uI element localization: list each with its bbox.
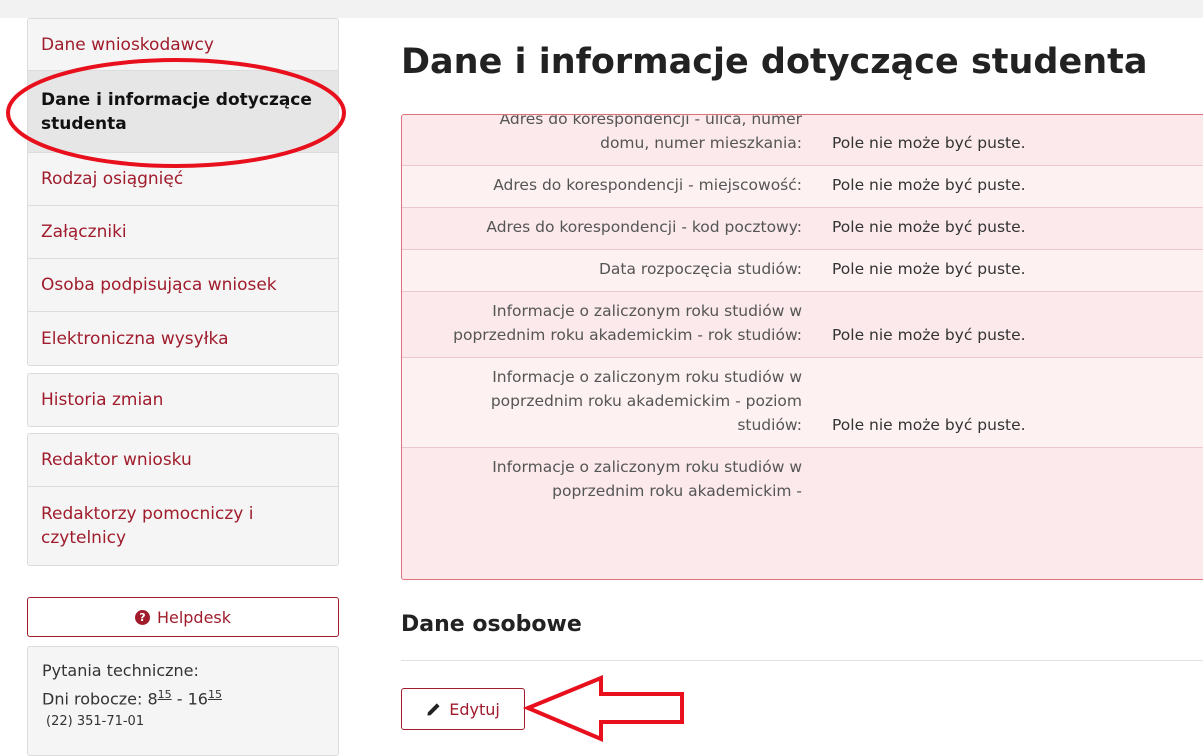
validation-error-message: Pole nie może być puste.	[832, 416, 1026, 434]
page-title: Dane i informacje dotyczące studenta	[401, 42, 1148, 82]
validation-error-field: Adres do korespondencji - ulica, numer d…	[499, 114, 802, 152]
edit-button[interactable]: Edytuj	[401, 688, 525, 730]
validation-error-field: Adres do korespondencji - miejscowość:	[493, 176, 802, 194]
validation-error-row: Informacje o zaliczonym roku studiów w p…	[402, 291, 1203, 357]
sidebar-item-label: Redaktor wniosku	[41, 450, 192, 470]
edit-button-label: Edytuj	[449, 699, 500, 719]
validation-error-row: Data rozpoczęcia studiów: Pole nie może b…	[402, 249, 1203, 291]
phone-number: (22) 351-71-01	[46, 714, 145, 730]
validation-error-row: Adres do korespondencji - kod pocztowy: P…	[402, 207, 1203, 249]
validation-error-field: Adres do korespondencji - kod pocztowy:	[486, 218, 802, 236]
sidebar-item-elektroniczna-wysylka[interactable]: Elektroniczna wysyłka	[28, 312, 338, 365]
validation-error-row: Adres do korespondencji - ulica, numer d…	[402, 114, 1203, 165]
sidebar-item-dane-wnioskodawcy[interactable]: Dane wnioskodawcy	[28, 19, 338, 71]
validation-error-message: Pole nie może być puste.	[832, 218, 1026, 236]
sidebar-item-label: Rodzaj osiągnięć	[41, 169, 184, 189]
top-band	[0, 0, 1203, 18]
validation-error-field: Informacje o zaliczonym roku studiów w p…	[453, 302, 802, 344]
helpdesk-label: Helpdesk	[156, 607, 232, 627]
sidebar-nav-main: Dane wnioskodawcy Dane i informacje doty…	[27, 18, 339, 366]
validation-error-field: Informacje o zaliczonym roku studiów w p…	[492, 458, 802, 500]
sidebar-item-label: Redaktorzy pomocniczy i czytelnicy	[41, 504, 254, 548]
validation-error-message: Pole nie może być puste.	[832, 176, 1026, 194]
sidebar-item-label: Dane i informacje dotyczące studenta	[41, 89, 312, 134]
validation-errors-panel[interactable]: Adres do korespondencji - ulica, numer d…	[401, 114, 1203, 580]
sidebar-nav-history: Historia zmian	[27, 373, 339, 427]
validation-error-field: Data rozpoczęcia studiów:	[598, 260, 802, 278]
tech-support-box: Pytania techniczne: Dni robocze: 815 - 1…	[27, 646, 339, 756]
validation-error-row: Informacje o zaliczonym roku studiów w p…	[402, 357, 1203, 447]
validation-error-message: Pole nie może być puste.	[832, 134, 1026, 152]
sidebar-item-label: Historia zmian	[41, 390, 164, 410]
validation-error-row: Informacje o zaliczonym roku studiów w p…	[402, 447, 1203, 513]
sidebar-item-dane-studenta[interactable]: Dane i informacje dotyczące studenta	[28, 71, 338, 153]
validation-error-row: Adres do korespondencji - miejscowość: Po…	[402, 165, 1203, 207]
sidebar-nav-editors: Redaktor wniosku Redaktorzy pomocniczy i…	[27, 433, 339, 566]
sidebar-item-label: Załączniki	[41, 222, 127, 242]
sidebar-item-osoba-podpisujaca[interactable]: Osoba podpisująca wniosek	[28, 259, 338, 312]
pencil-icon	[427, 702, 440, 716]
sidebar-item-label: Dane wnioskodawcy	[41, 34, 214, 55]
section-divider	[401, 660, 1203, 661]
working-days-label: Dni robocze: 8	[42, 689, 158, 709]
question-circle-icon: ?	[134, 609, 150, 625]
sidebar-item-zalaczniki[interactable]: Załączniki	[28, 206, 338, 259]
tech-support-title: Pytania techniczne:	[42, 661, 199, 680]
annotation-arrow	[522, 675, 684, 743]
helpdesk-button[interactable]: ? Helpdesk	[27, 597, 339, 637]
validation-error-field: Informacje o zaliczonym roku studiów w p…	[490, 368, 802, 434]
validation-error-message: Pole nie może być puste.	[832, 326, 1026, 344]
hour-to-label: - 16	[171, 689, 208, 709]
validation-errors-list: Adres do korespondencji - ulica, numer d…	[402, 114, 1203, 513]
sidebar-item-label: Osoba podpisująca wniosek	[41, 275, 277, 295]
sidebar-item-rodzaj-osiagniec[interactable]: Rodzaj osiągnięć	[28, 153, 338, 206]
sidebar-item-redaktor-wniosku[interactable]: Redaktor wniosku	[28, 434, 338, 487]
validation-error-message: Pole nie może być puste.	[832, 260, 1026, 278]
sidebar-item-historia-zmian[interactable]: Historia zmian	[28, 374, 338, 426]
sidebar-item-label: Elektroniczna wysyłka	[41, 328, 229, 349]
hour-from-minutes: 15	[157, 688, 172, 701]
hour-to-minutes: 15	[207, 688, 222, 701]
working-hours: Dni robocze: 815 - 1615	[42, 683, 324, 711]
sidebar-item-redaktorzy-pomocniczy[interactable]: Redaktorzy pomocniczy i czytelnicy	[28, 487, 338, 565]
section-title: Dane osobowe	[401, 612, 582, 637]
